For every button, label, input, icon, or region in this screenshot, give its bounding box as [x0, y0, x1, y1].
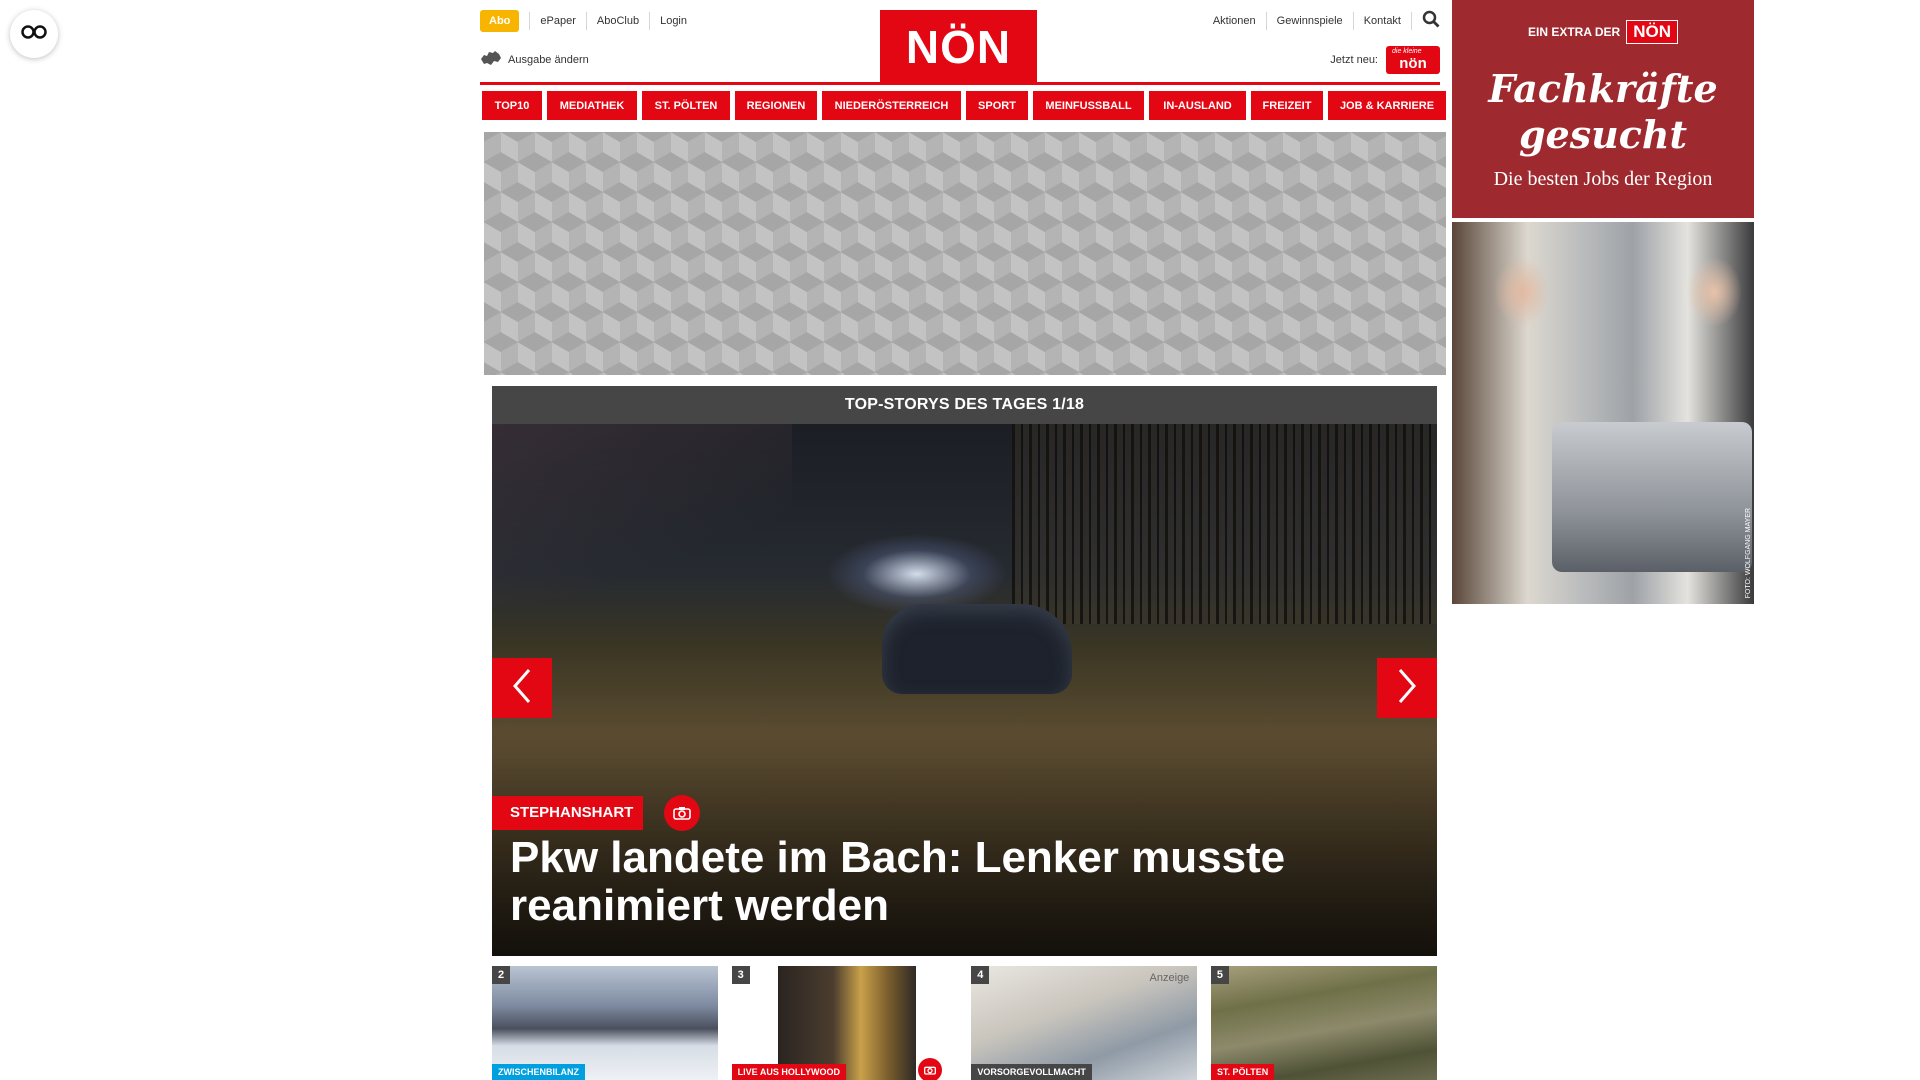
- nav-item-regionen[interactable]: REGIONEN: [735, 91, 817, 120]
- top-stories-carousel: TOP-STORYS DES TAGES 1/18 STEPHANSHART P…: [492, 386, 1437, 956]
- side-ad-headline-line2: gesucht: [1518, 112, 1688, 157]
- slide-category-tag[interactable]: STEPHANSHART: [492, 796, 644, 830]
- camera-icon: [917, 1058, 942, 1080]
- top-right-links: Aktionen Gewinnspiele Kontakt: [1203, 10, 1440, 31]
- aboclub-link[interactable]: AboClub: [585, 12, 649, 30]
- slide-headline[interactable]: Pkw landete im Bach: Lenker musste reani…: [510, 834, 1370, 930]
- side-ad-logo: NÖN: [1626, 20, 1678, 44]
- chevron-right-icon: [1396, 668, 1418, 709]
- side-ad-extra-label: EIN EXTRA DER: [1527, 25, 1621, 39]
- top-left-links: Abo ePaper AboClub Login: [480, 10, 697, 32]
- thumbnail-number: 2: [492, 966, 510, 984]
- header-divider: [480, 82, 1440, 85]
- thumbnail-number: 3: [731, 966, 750, 984]
- camera-icon: [664, 795, 700, 831]
- map-outline-icon: [480, 50, 508, 69]
- kontakt-link[interactable]: Kontakt: [1354, 11, 1412, 30]
- side-ad-subline: Die besten Jobs der Region: [1493, 168, 1713, 190]
- edition-switcher[interactable]: Ausgabe ändern: [480, 50, 589, 69]
- side-ad-extra: EIN EXTRA DER NÖN: [1452, 20, 1754, 44]
- thumbnail-tag: LIVE AUS HOLLYWOOD: [731, 1064, 846, 1080]
- anzeige-label: Anzeige: [1149, 972, 1190, 984]
- edition-label: Ausgabe ändern: [508, 53, 589, 66]
- epaper-link[interactable]: ePaper: [529, 12, 585, 30]
- nav-item-in-ausland[interactable]: IN-AUSLAND: [1149, 91, 1246, 120]
- nav-item-freizeit[interactable]: FREIZEIT: [1251, 91, 1323, 120]
- main-nav: TOP10 MEDIATHEK ST. PÖLTEN REGIONEN NIED…: [482, 91, 1446, 120]
- carousel-slide[interactable]: STEPHANSHART Pkw landete im Bach: Lenker…: [492, 424, 1437, 956]
- thumbnail-tag: ST. PÖLTEN: [1210, 1064, 1275, 1080]
- thumbnail-tag: VORSORGEVOLLMACHT: [971, 1064, 1092, 1080]
- nav-item-sport[interactable]: SPORT: [966, 91, 1028, 120]
- chevron-left-icon: [511, 668, 533, 709]
- thumbnail-story-5[interactable]: 5 ST. PÖLTEN: [1210, 966, 1437, 1080]
- thumbnail-number: 4: [971, 966, 990, 984]
- jetzt-neu: Jetzt neu: die kleine nön: [1330, 46, 1440, 74]
- site-header: Abo ePaper AboClub Login Ausgabe ändern …: [480, 0, 1440, 88]
- side-ad-machine: [1552, 422, 1752, 572]
- search-icon[interactable]: [1422, 10, 1440, 31]
- side-ad-jobs[interactable]: EIN EXTRA DER NÖN Fachkräfte gesucht Die…: [1452, 0, 1754, 218]
- accessibility-glasses-icon: [20, 24, 48, 45]
- side-ad-image[interactable]: FOTO: WOLFGANG MAYER: [1452, 222, 1754, 604]
- thumbnail-story-4[interactable]: 4 Anzeige VORSORGEVOLLMACHT: [971, 966, 1198, 1080]
- thumbnail-story-2[interactable]: 2 ZWISCHENBILANZ: [492, 966, 718, 1080]
- aktionen-link[interactable]: Aktionen: [1203, 11, 1267, 30]
- slide-image-trees: [1012, 424, 1437, 624]
- gewinnspiele-link[interactable]: Gewinnspiele: [1267, 11, 1354, 30]
- carousel-prev-button[interactable]: [492, 658, 552, 718]
- side-ad-headline-line1: Fachkräfte: [1488, 66, 1718, 111]
- site-logo[interactable]: NÖN: [880, 10, 1037, 84]
- nav-item-niederoesterreich[interactable]: NIEDERÖSTERREICH: [822, 91, 961, 120]
- nav-item-st-poelten[interactable]: ST. PÖLTEN: [642, 91, 730, 120]
- kleine-noen-text: nön: [1399, 55, 1427, 72]
- nav-item-meinfussball[interactable]: MEINFUSSBALL: [1033, 91, 1144, 120]
- accessibility-button[interactable]: [10, 10, 58, 58]
- kleine-noen-badge[interactable]: die kleine nön: [1386, 46, 1440, 74]
- kleine-noen-small-text: die kleine: [1392, 48, 1422, 55]
- ad-banner[interactable]: [484, 132, 1446, 375]
- nav-item-mediathek[interactable]: MEDIATHEK: [547, 91, 637, 120]
- side-ad-photo-credit: FOTO: WOLFGANG MAYER: [1745, 507, 1752, 598]
- thumbnail-number: 5: [1210, 966, 1229, 984]
- abo-button[interactable]: Abo: [480, 10, 520, 32]
- thumbnail-image: [777, 966, 916, 1080]
- story-thumbnails: 2 ZWISCHENBILANZ 3 LIVE AUS HOLLYWOOD 4 …: [492, 966, 1437, 1080]
- login-link[interactable]: Login: [649, 12, 697, 30]
- carousel-header: TOP-STORYS DES TAGES 1/18: [492, 386, 1437, 424]
- slide-image-car: [882, 604, 1072, 694]
- nav-item-job-karriere[interactable]: JOB & KARRIERE: [1328, 91, 1446, 120]
- thumbnail-story-3[interactable]: 3 LIVE AUS HOLLYWOOD: [731, 966, 958, 1080]
- slide-image-glare: [492, 424, 792, 604]
- side-ad-headline: Fachkräfte gesucht: [1452, 66, 1754, 158]
- jetzt-label: Jetzt neu:: [1330, 54, 1378, 66]
- nav-item-top10[interactable]: TOP10: [482, 91, 542, 120]
- carousel-next-button[interactable]: [1377, 658, 1437, 718]
- thumbnail-tag: ZWISCHENBILANZ: [492, 1064, 585, 1080]
